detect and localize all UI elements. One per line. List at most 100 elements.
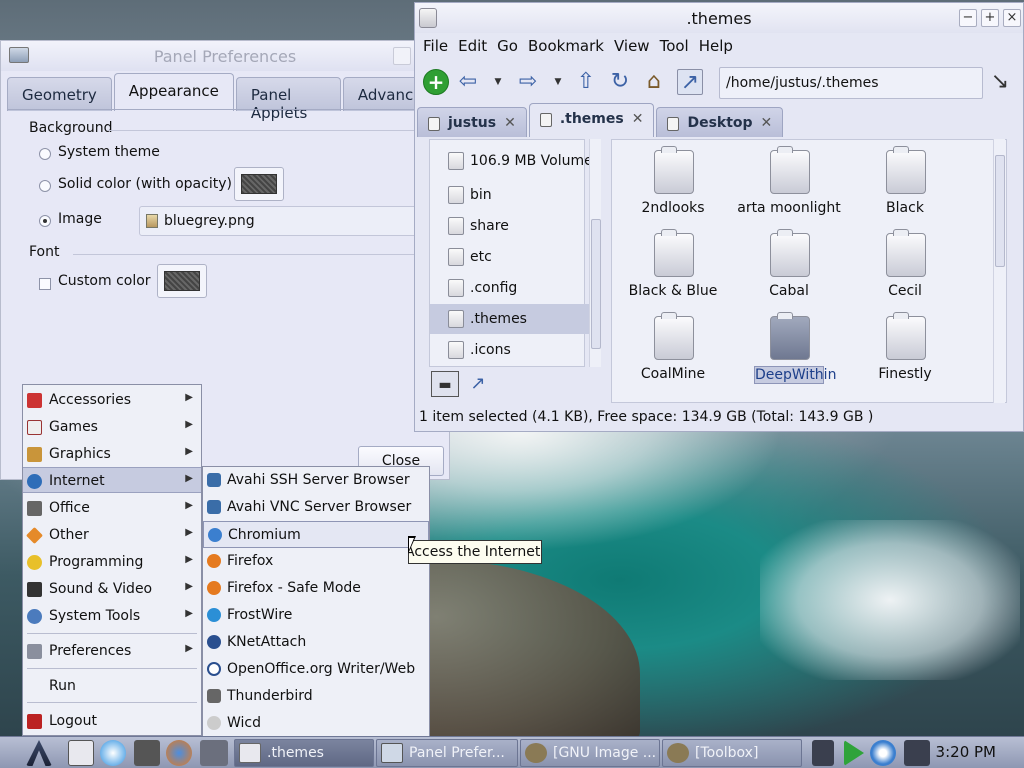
start-menu-icon[interactable] — [26, 740, 52, 766]
chromium-icon[interactable] — [870, 740, 896, 766]
image-radio[interactable] — [39, 215, 51, 227]
play-icon[interactable] — [844, 740, 864, 766]
menu-edit[interactable]: Edit — [458, 37, 487, 61]
submenu-item-thunderbird[interactable]: Thunderbird — [203, 683, 429, 710]
side-item-etc[interactable]: etc — [430, 242, 598, 272]
scrollbar-thumb[interactable] — [995, 155, 1005, 267]
gimp-icon — [525, 743, 547, 763]
panel-preferences-titlebar[interactable]: Panel Preferences — [1, 41, 449, 71]
submenu-item-knetattach[interactable]: KNetAttach — [203, 629, 429, 656]
submenu-item-frostwire[interactable]: FrostWire — [203, 602, 429, 629]
submenu-item-firefox[interactable]: Firefox — [203, 548, 429, 575]
frostwire-icon[interactable] — [100, 740, 126, 766]
submenu-item-avahi-vnc[interactable]: Avahi VNC Server Browser — [203, 494, 429, 521]
side-item-bin[interactable]: bin — [430, 180, 598, 210]
folder-item[interactable]: 2ndlooks — [618, 146, 728, 226]
forward-history-dropdown-icon[interactable]: ▼ — [553, 69, 563, 95]
calculator-icon[interactable] — [134, 740, 160, 766]
tab-panel-applets[interactable]: Panel Applets — [235, 77, 341, 122]
menu-bookmark[interactable]: Bookmark — [528, 37, 604, 61]
menu-help[interactable]: Help — [699, 37, 733, 61]
side-pane-scrollbar[interactable] — [589, 139, 601, 367]
solid-color-button[interactable] — [234, 167, 284, 201]
menu-item-sound-video[interactable]: Sound & Video ▶ — [23, 576, 201, 602]
side-item-config[interactable]: .config — [430, 273, 598, 303]
home-icon[interactable]: ⌂ — [641, 69, 667, 95]
task-gimp-toolbox[interactable]: [Toolbox] — [662, 739, 802, 767]
image-file-chooser[interactable]: bluegrey.png — [139, 206, 429, 236]
menu-item-other[interactable]: Other ▶ — [23, 522, 201, 548]
forward-arrow-icon[interactable]: ⇨ — [515, 69, 541, 95]
up-arrow-icon[interactable]: ⇧ — [573, 69, 599, 95]
menu-item-run[interactable]: Run — [23, 673, 201, 699]
tab-justus[interactable]: justus ✕ — [417, 107, 527, 137]
close-tab-icon[interactable]: ✕ — [761, 115, 773, 137]
menu-item-preferences[interactable]: Preferences ▶ — [23, 638, 201, 664]
location-bar[interactable]: /home/justus/.themes — [719, 67, 983, 99]
close-tab-icon[interactable]: ✕ — [504, 115, 516, 137]
folder-item[interactable]: Cabal — [734, 229, 844, 309]
menu-item-programming[interactable]: Programming ▶ — [23, 549, 201, 575]
back-arrow-icon[interactable]: ⇦ — [455, 69, 481, 95]
side-item-volume[interactable]: 106.9 MB Volume — [430, 146, 598, 176]
tab-desktop[interactable]: Desktop ✕ — [656, 107, 784, 137]
submenu-item-avahi-ssh[interactable]: Avahi SSH Server Browser — [203, 467, 429, 494]
folder-item-selected[interactable]: DeepWithin — [734, 312, 844, 392]
scrollbar-thumb[interactable] — [591, 219, 601, 349]
tab-appearance[interactable]: Appearance — [113, 73, 234, 111]
menu-item-system-tools[interactable]: System Tools ▶ — [23, 603, 201, 629]
task-panel-preferences[interactable]: Panel Prefer... — [376, 739, 518, 767]
side-item-themes[interactable]: .themes — [430, 304, 598, 334]
tab-themes[interactable]: .themes ✕ — [528, 103, 655, 137]
task-gimp-image[interactable]: [GNU Image ... — [520, 739, 660, 767]
menu-tool[interactable]: Tool — [660, 37, 689, 61]
go-icon[interactable]: ↘ — [987, 69, 1013, 95]
home-icon[interactable] — [68, 740, 94, 766]
tab-geometry[interactable]: Geometry — [7, 77, 112, 111]
menu-item-internet[interactable]: Internet ▶ — [23, 467, 201, 493]
reload-icon[interactable]: ↻ — [607, 69, 633, 95]
menu-file[interactable]: File — [423, 37, 448, 61]
menu-view[interactable]: View — [614, 37, 650, 61]
menu-item-games[interactable]: Games ▶ — [23, 414, 201, 440]
submenu-item-wicd[interactable]: Wicd — [203, 710, 429, 737]
firefox-icon[interactable] — [166, 740, 192, 766]
submenu-item-chromium[interactable]: Chromium — [203, 521, 429, 548]
solid-color-radio[interactable] — [39, 180, 51, 192]
side-item-icons[interactable]: .icons — [430, 335, 598, 365]
new-tab-icon[interactable]: + — [423, 69, 449, 95]
folder-item[interactable]: arta moonlight — [734, 146, 844, 226]
menu-item-logout[interactable]: Logout — [23, 708, 201, 734]
network-icon[interactable] — [812, 740, 834, 766]
side-item-share[interactable]: share — [430, 211, 598, 241]
maximize-button[interactable]: + — [981, 9, 999, 27]
open-location-icon[interactable]: ↗ — [677, 69, 703, 95]
menu-go[interactable]: Go — [497, 37, 518, 61]
minimize-button[interactable]: − — [959, 9, 977, 27]
folder-item[interactable]: Black & Blue — [618, 229, 728, 309]
clock[interactable]: 3:20 PM — [936, 743, 996, 761]
folder-grid-scrollbar[interactable] — [993, 139, 1005, 403]
minimize-button[interactable] — [393, 47, 411, 65]
menu-item-office[interactable]: Office ▶ — [23, 495, 201, 521]
submenu-item-openoffice-web[interactable]: OpenOffice.org Writer/Web — [203, 656, 429, 683]
menu-item-graphics[interactable]: Graphics ▶ — [23, 441, 201, 467]
close-tab-icon[interactable]: ✕ — [632, 111, 644, 137]
submenu-item-firefox-safe[interactable]: Firefox - Safe Mode — [203, 575, 429, 602]
monitor-icon[interactable] — [904, 740, 930, 766]
task-themes[interactable]: .themes — [234, 739, 374, 767]
open-location-icon[interactable]: ↗ — [465, 371, 491, 397]
menu-item-accessories[interactable]: Accessories ▶ — [23, 387, 201, 413]
system-theme-radio[interactable] — [39, 148, 51, 160]
back-history-dropdown-icon[interactable]: ▼ — [493, 69, 503, 95]
folder-item[interactable]: Cecil — [850, 229, 960, 309]
folder-item[interactable]: Black — [850, 146, 960, 226]
close-button[interactable]: × — [1003, 9, 1021, 27]
font-color-button[interactable] — [157, 264, 207, 298]
folder-item[interactable]: CoalMine — [618, 312, 728, 392]
custom-color-checkbox[interactable] — [39, 278, 51, 290]
drive-view-icon[interactable]: ▬ — [431, 371, 459, 397]
folder-item[interactable]: Finestly — [850, 312, 960, 392]
file-manager-titlebar[interactable]: .themes − + × — [415, 3, 1023, 33]
file-cabinet-icon[interactable] — [200, 740, 228, 766]
